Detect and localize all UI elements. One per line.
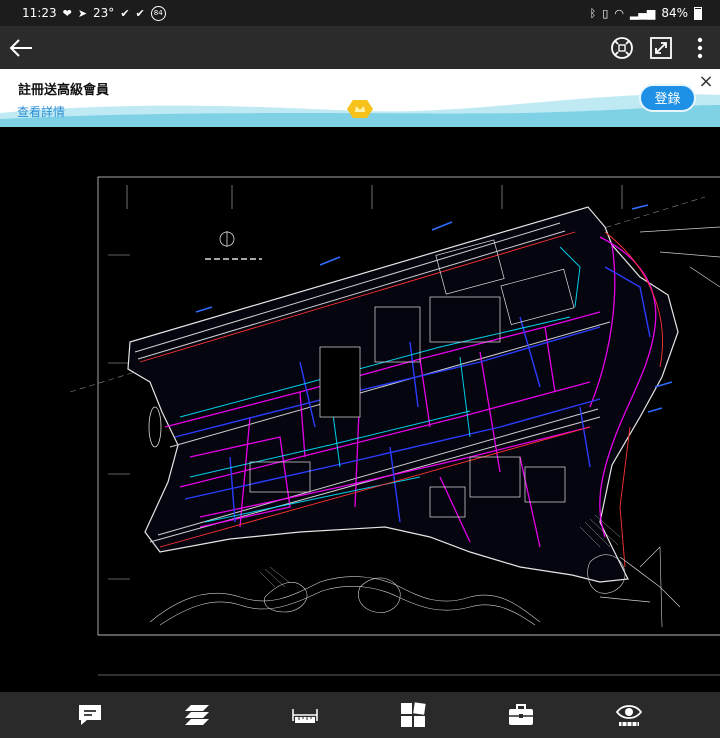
cad-airport-drawing (69, 176, 720, 676)
top-toolbar (0, 26, 720, 69)
comment-icon (79, 705, 101, 725)
close-banner-button[interactable]: × (696, 72, 716, 92)
status-bar-left: 11:23 ❤ ➤ 23° ✔ ✔ 84 (22, 0, 166, 26)
zoom-fit-icon (611, 36, 633, 59)
more-vertical-icon (697, 37, 703, 58)
blocks-button[interactable] (383, 692, 443, 738)
cad-drawing-canvas[interactable] (0, 127, 720, 692)
check-icon: ✔ (120, 6, 130, 20)
back-button[interactable] (4, 26, 38, 69)
status-time: 11:23 (22, 6, 57, 20)
layers-icon (185, 705, 209, 725)
arrow-left-icon (9, 38, 32, 57)
signal-icon: ▂▄▆ (629, 6, 656, 20)
status-temperature: 23° (93, 6, 115, 20)
status-bar: 11:23 ❤ ➤ 23° ✔ ✔ 84 ᛒ ▯ ◠ ▂▄▆ 84% (0, 0, 720, 26)
view-button[interactable] (599, 692, 659, 738)
status-bar-right: ᛒ ▯ ◠ ▂▄▆ 84% (590, 0, 702, 26)
more-menu-button[interactable] (688, 26, 712, 69)
bluetooth-icon: ᛒ (589, 6, 597, 20)
toolbox-button[interactable] (491, 692, 551, 738)
measure-button[interactable] (275, 692, 335, 738)
toolbox-icon (509, 704, 533, 725)
vibrate-icon: ▯ (602, 6, 609, 20)
battery-percent: 84% (661, 6, 688, 20)
login-button[interactable]: 登錄 (639, 84, 696, 112)
wifi-icon: ◠ (614, 6, 624, 20)
banner-details-link[interactable]: 查看詳情 (17, 103, 65, 120)
notification-badge: 84 (150, 5, 166, 21)
fullscreen-button[interactable] (647, 26, 675, 69)
banner-title: 註冊送高級會員 (18, 83, 110, 98)
comment-button[interactable] (60, 692, 120, 738)
heart-notification-icon: ❤ (62, 6, 72, 20)
crown-coin-icon (347, 100, 373, 118)
blocks-icon (401, 702, 426, 727)
fullscreen-icon (650, 36, 672, 59)
view-eye-icon (615, 705, 643, 726)
measure-ruler-icon (292, 709, 318, 723)
bottom-toolbar (0, 692, 720, 738)
zoom-fit-button[interactable] (608, 26, 636, 69)
check-icon-2: ✔ (135, 6, 145, 20)
telegram-icon: ➤ (77, 6, 88, 20)
promo-banner[interactable]: 註冊送高級會員 查看詳情 (0, 69, 720, 127)
layers-button[interactable] (167, 692, 227, 738)
airport-island-outline (127, 206, 679, 583)
battery-icon (694, 6, 702, 20)
